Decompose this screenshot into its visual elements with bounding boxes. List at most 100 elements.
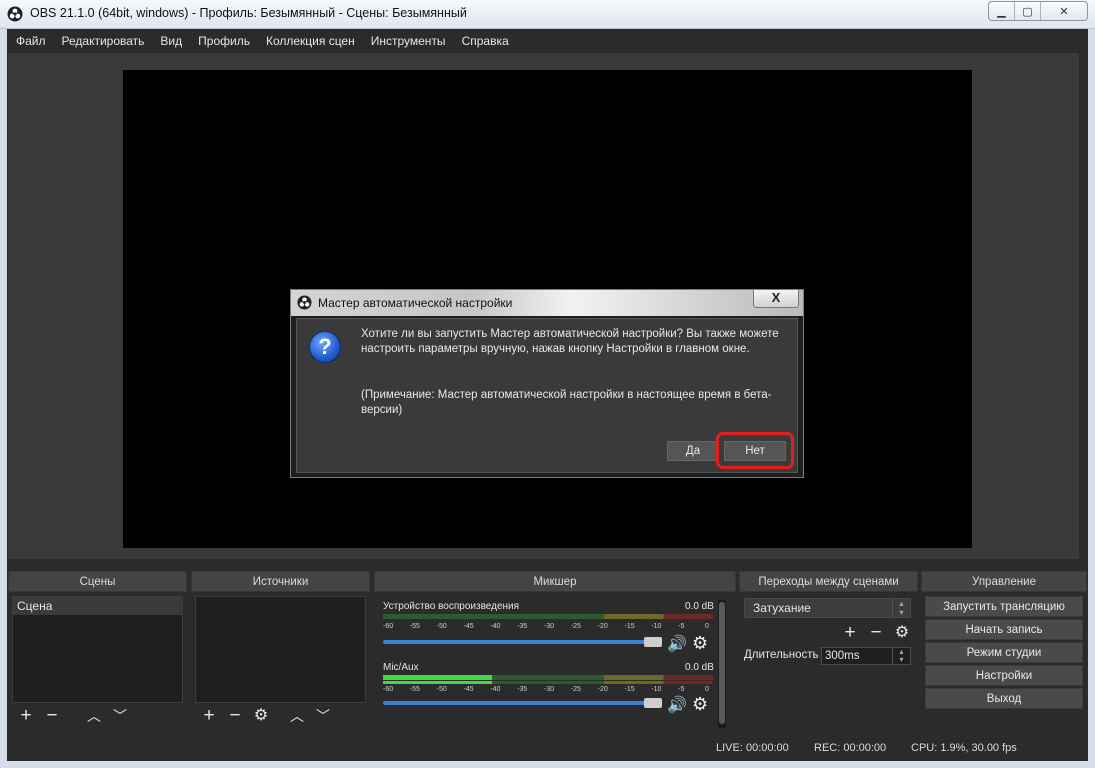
meter-tick-label: -30: [544, 686, 555, 693]
chevron-updown-icon: ▴ ▾: [892, 599, 910, 617]
status-rec: REC: 00:00:00: [814, 742, 887, 754]
meter-tick-label: -45: [463, 623, 474, 630]
menu-file[interactable]: Файл: [8, 34, 54, 48]
meter-tick-label: -35: [517, 686, 528, 693]
obs-logo-icon: [297, 295, 312, 310]
meter-tick-label: 0: [705, 623, 709, 630]
maximize-button[interactable]: ▢: [1015, 2, 1041, 20]
meter-tick-label: -25: [570, 623, 581, 630]
transition-properties-gear-icon[interactable]: ⚙: [892, 624, 912, 642]
track-name-desktop: Устройство воспроизведения: [383, 601, 520, 612]
window-controls: ▁ ▢ ✕: [988, 1, 1088, 21]
add-transition-icon[interactable]: +: [840, 623, 860, 642]
track-name-mic: Mic/Aux: [383, 662, 419, 673]
meter-ticks-desktop: -60 -55 -50 -45 -40 -35 -30 -25 -20 -15 -10 -5 0: [383, 623, 713, 633]
gear-icon[interactable]: ⚙: [692, 633, 708, 654]
start-recording-button[interactable]: Начать запись: [925, 619, 1083, 640]
menu-help[interactable]: Справка: [454, 34, 517, 48]
meter-tick-label: -50: [436, 686, 447, 693]
volume-slider-handle-desktop[interactable]: [644, 637, 662, 647]
meter-tick-label: -40: [490, 686, 501, 693]
dialog-yes-button[interactable]: Да: [667, 441, 719, 461]
dialog-note: (Примечание: Мастер автоматической настр…: [361, 389, 772, 416]
sources-list[interactable]: [195, 596, 366, 703]
menu-view[interactable]: Вид: [152, 34, 190, 48]
meter-tick-label: -5: [678, 623, 685, 630]
meter-tick-label: -20: [597, 686, 608, 693]
meter-tick-label: 0: [705, 686, 709, 693]
remove-source-icon[interactable]: −: [225, 706, 245, 725]
transitions-dock-header: Переходы между сценами: [739, 571, 918, 592]
dialog-message: Хотите ли вы запустить Мастер автоматиче…: [361, 328, 779, 355]
volume-meter-desktop: [383, 614, 713, 619]
settings-button[interactable]: Настройки: [925, 665, 1083, 686]
add-source-icon[interactable]: +: [199, 706, 219, 725]
close-window-button[interactable]: ✕: [1041, 2, 1087, 20]
mixer-scrollbar[interactable]: [718, 600, 726, 728]
meter-tick-label: -45: [463, 686, 474, 693]
dialog-titlebar: Мастер автоматической настройки X: [291, 290, 803, 316]
duration-input[interactable]: 300ms ▴ ▾: [821, 647, 911, 665]
menu-profile[interactable]: Профиль: [190, 34, 258, 48]
meter-tick-label: -10: [651, 623, 662, 630]
meter-tick-label: -60: [383, 623, 394, 630]
window-titlebar: OBS 21.1.0 (64bit, windows) - Профиль: Б…: [0, 0, 1095, 29]
scene-item[interactable]: Сцена: [13, 597, 182, 615]
status-live: LIVE: 00:00:00: [716, 742, 789, 754]
scenes-list[interactable]: Сцена: [12, 596, 183, 703]
menu-tools[interactable]: Инструменты: [363, 34, 454, 48]
move-scene-up-icon[interactable]: ︿: [84, 707, 104, 725]
meter-tick-label: -60: [383, 686, 394, 693]
dialog-close-button[interactable]: X: [753, 290, 799, 308]
move-source-down-icon[interactable]: ﹀: [313, 707, 333, 725]
volume-slider-desktop[interactable]: [383, 640, 653, 644]
move-scene-down-icon[interactable]: ﹀: [110, 707, 130, 725]
exit-button[interactable]: Выход: [925, 688, 1083, 709]
mixer-scrollbar-thumb[interactable]: [719, 602, 725, 724]
controls-dock-header: Управление: [921, 571, 1087, 592]
duration-value: 300ms: [825, 650, 860, 662]
source-properties-gear-icon[interactable]: ⚙: [251, 707, 271, 725]
meter-tick-label: -35: [517, 623, 528, 630]
scenes-toolbar: + − ︿ ﹀: [16, 706, 130, 726]
meter-tick-label: -30: [544, 623, 555, 630]
scenes-dock-header: Сцены: [8, 571, 187, 592]
transition-select-value: Затухание: [753, 601, 811, 615]
sources-toolbar: + − ⚙ ︿ ﹀: [199, 706, 333, 726]
move-source-up-icon[interactable]: ︿: [287, 707, 307, 725]
start-streaming-button[interactable]: Запустить трансляцию: [925, 596, 1083, 617]
chevron-updown-icon[interactable]: ▴ ▾: [892, 648, 910, 664]
duration-label: Длительность: [744, 649, 819, 661]
speaker-icon[interactable]: 🔊: [667, 634, 687, 654]
mixer-dock-header: Микшер: [374, 571, 736, 592]
meter-tick-label: -50: [436, 623, 447, 630]
track-db-desktop: 0.0 dB: [685, 601, 714, 612]
status-cpu: CPU: 1.9%, 30.00 fps: [911, 742, 1017, 754]
no-button-highlight: [716, 432, 794, 469]
meter-tick-label: -40: [490, 623, 501, 630]
studio-mode-button[interactable]: Режим студии: [925, 642, 1083, 663]
meter-tick-label: -25: [570, 686, 581, 693]
volume-meter-mic: [383, 675, 713, 680]
sources-dock-header: Источники: [191, 571, 370, 592]
meter-tick-label: -55: [409, 686, 420, 693]
minimize-button[interactable]: ▁: [989, 2, 1015, 20]
meter-tick-label: -10: [651, 686, 662, 693]
volume-slider-handle-mic[interactable]: [644, 698, 662, 708]
meter-tick-label: -20: [597, 623, 608, 630]
meter-ticks-mic: -60 -55 -50 -45 -40 -35 -30 -25 -20 -15 -10 -5 0: [383, 686, 713, 696]
remove-transition-icon[interactable]: −: [866, 623, 886, 642]
add-scene-icon[interactable]: +: [16, 706, 36, 725]
question-icon: ?: [309, 331, 341, 363]
transition-select[interactable]: Затухание ▴ ▾: [744, 598, 911, 618]
remove-scene-icon[interactable]: −: [42, 706, 62, 725]
menu-bar: Файл Редактировать Вид Профиль Коллекция…: [8, 30, 517, 52]
gear-icon[interactable]: ⚙: [692, 694, 708, 715]
speaker-icon[interactable]: 🔊: [667, 695, 687, 715]
volume-meter-mic-peak: [383, 681, 713, 684]
volume-slider-mic[interactable]: [383, 701, 653, 705]
menu-edit[interactable]: Редактировать: [54, 34, 153, 48]
track-db-mic: 0.0 dB: [685, 662, 714, 673]
menu-scene-collection[interactable]: Коллекция сцен: [258, 34, 363, 48]
transitions-toolbar: + − ⚙: [840, 623, 912, 643]
